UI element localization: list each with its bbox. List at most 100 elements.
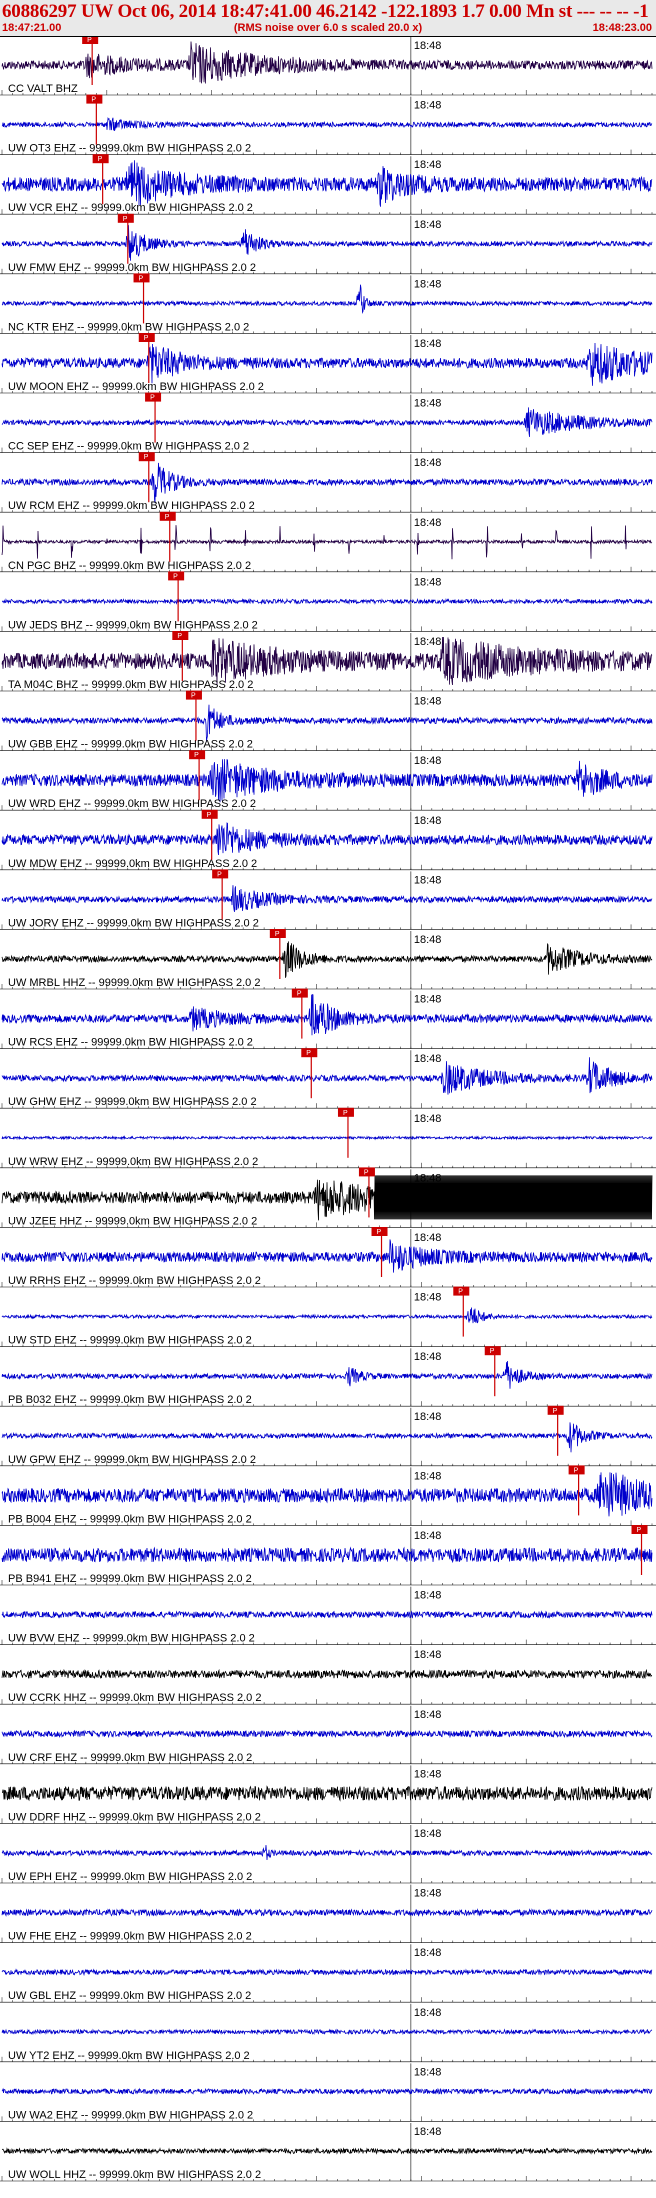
minute-mark-label: 18:48 bbox=[414, 1888, 442, 1900]
station-label: UW GBB EHZ -- 99999.0km BW HIGHPASS 2.0 … bbox=[8, 739, 253, 751]
pick-label: P bbox=[574, 1467, 579, 1474]
minute-mark-label: 18:48 bbox=[414, 398, 442, 410]
pick-label: P bbox=[490, 1348, 495, 1355]
waveform-trace bbox=[1, 994, 653, 1036]
pick-label: P bbox=[458, 1289, 463, 1296]
station-label: UW WRD EHZ -- 99999.0km BW HIGHPASS 2.0 … bbox=[8, 798, 256, 810]
station-label: UW BVW EHZ -- 99999.0km BW HIGHPASS 2.0 … bbox=[8, 1633, 255, 1645]
waveform-trace bbox=[1, 342, 653, 386]
minute-mark-label: 18:48 bbox=[414, 219, 442, 231]
station-label: UW OT3 EHZ -- 99999.0km BW HIGHPASS 2.0 … bbox=[8, 143, 251, 155]
waveform-trace bbox=[1, 1908, 653, 1917]
pick-label: P bbox=[123, 216, 128, 223]
minute-mark-label: 18:48 bbox=[414, 576, 442, 588]
station-label: PB B941 EHZ -- 99999.0km BW HIGHPASS 2.0… bbox=[8, 1573, 252, 1585]
minute-mark-label: 18:48 bbox=[414, 338, 442, 350]
waveform-trace bbox=[1, 1785, 653, 1802]
station-label: UW JORV EHZ -- 99999.0km BW HIGHPASS 2.0… bbox=[8, 917, 259, 929]
pick-label: P bbox=[87, 37, 92, 44]
station-label: UW FHE EHZ -- 99999.0km BW HIGHPASS 2.0 … bbox=[8, 1931, 252, 1943]
waveform-trace bbox=[1, 407, 653, 437]
station-label: UW GHW EHZ -- 99999.0km BW HIGHPASS 2.0 … bbox=[8, 1096, 257, 1108]
station-label: UW CRF EHZ -- 99999.0km BW HIGHPASS 2.0 … bbox=[8, 1752, 252, 1764]
station-label: UW WOLL HHZ -- 99999.0km BW HIGHPASS 2.0… bbox=[8, 2169, 261, 2181]
minute-mark-label: 18:48 bbox=[414, 1947, 442, 1959]
station-label: UW FMW EHZ -- 99999.0km BW HIGHPASS 2.0 … bbox=[8, 262, 256, 274]
station-label: CC VALT BHZ bbox=[8, 83, 78, 95]
minute-mark-label: 18:48 bbox=[414, 1649, 442, 1661]
minute-mark-label: 18:48 bbox=[414, 1232, 442, 1244]
waveform-trace bbox=[1, 284, 653, 314]
station-label: TA M04C BHZ -- 99999.0km BW HIGHPASS 2.0… bbox=[8, 679, 253, 691]
waveform-trace bbox=[1, 941, 653, 978]
minute-mark-label: 18:48 bbox=[414, 755, 442, 767]
waveform-trace bbox=[1, 597, 653, 605]
station-label: NC KTR EHZ -- 99999.0km BW HIGHPASS 2.0 … bbox=[8, 321, 249, 333]
minute-mark-label: 18:48 bbox=[414, 1530, 442, 1542]
event-title: 60886297 UW Oct 06, 2014 18:47:41.00 46.… bbox=[2, 1, 649, 22]
minute-mark-label: 18:48 bbox=[414, 457, 442, 469]
pick-label: P bbox=[144, 335, 149, 342]
minute-mark-label: 18:48 bbox=[414, 2126, 442, 2138]
waveform-trace bbox=[1, 1610, 653, 1619]
minute-mark-label: 18:48 bbox=[414, 1470, 442, 1482]
minute-mark-label: 18:48 bbox=[414, 636, 442, 648]
minute-mark-label: 18:48 bbox=[414, 278, 442, 290]
waveform-trace bbox=[1, 822, 653, 856]
waveform-trace bbox=[1, 1057, 653, 1095]
end-time: 18:48:23.00 bbox=[592, 22, 652, 34]
waveform-trace bbox=[1, 2028, 653, 2036]
pick-label: P bbox=[98, 156, 103, 163]
waveform-trace bbox=[1, 525, 653, 560]
minute-mark-label: 18:48 bbox=[414, 1292, 442, 1304]
pick-label: P bbox=[217, 871, 222, 878]
pick-label: P bbox=[194, 752, 199, 759]
minute-mark-label: 18:48 bbox=[414, 1351, 442, 1363]
waveform-trace bbox=[1, 2087, 653, 2096]
minute-mark-label: 18:48 bbox=[414, 815, 442, 827]
station-label: UW RCS EHZ -- 99999.0km BW HIGHPASS 2.0 … bbox=[8, 1037, 253, 1049]
waveform-trace bbox=[1, 704, 653, 742]
seismogram-plot: 18:48 CC VALT BHZ P 18:48 UW OT3 EHZ -- 9999… bbox=[0, 37, 656, 2182]
waveform-trace bbox=[1, 116, 653, 132]
minute-mark-label: 18:48 bbox=[414, 1411, 442, 1423]
station-label: UW MRBL HHZ -- 99999.0km BW HIGHPASS 2.0… bbox=[8, 977, 260, 989]
station-label: UW JZEE HHZ -- 99999.0km BW HIGHPASS 2.0… bbox=[8, 1215, 257, 1227]
minute-mark-label: 18:48 bbox=[414, 40, 442, 52]
pick-label: P bbox=[364, 1169, 369, 1176]
pick-label: P bbox=[275, 931, 280, 938]
pick-label: P bbox=[91, 97, 96, 104]
station-label: UW STD EHZ -- 99999.0km BW HIGHPASS 2.0 … bbox=[8, 1335, 252, 1347]
station-label: PB B032 EHZ -- 99999.0km BW HIGHPASS 2.0… bbox=[8, 1394, 252, 1406]
minute-mark-label: 18:48 bbox=[414, 1590, 442, 1602]
minute-mark-label: 18:48 bbox=[414, 2007, 442, 2019]
minute-mark-label: 18:48 bbox=[414, 2066, 442, 2078]
minute-mark-label: 18:48 bbox=[414, 1828, 442, 1840]
pick-label: P bbox=[139, 275, 144, 282]
pick-label: P bbox=[553, 1408, 558, 1415]
rms-note: (RMS noise over 6.0 s scaled 20.0 x) bbox=[233, 22, 423, 34]
station-label: UW GPW EHZ -- 99999.0km BW HIGHPASS 2.0 … bbox=[8, 1454, 256, 1466]
station-label: UW EPH EHZ -- 99999.0km BW HIGHPASS 2.0 … bbox=[8, 1871, 252, 1883]
station-label: UW WRW EHZ -- 99999.0km BW HIGHPASS 2.0 … bbox=[8, 1156, 258, 1168]
waveform-trace bbox=[1, 885, 653, 912]
waveform-trace bbox=[1, 1422, 653, 1453]
pick-label: P bbox=[144, 454, 149, 461]
waveform-trace bbox=[1, 1175, 653, 1221]
waveform-trace bbox=[1, 1135, 653, 1141]
station-label: UW GBL EHZ -- 99999.0km BW HIGHPASS 2.0 … bbox=[8, 1990, 251, 2002]
station-label: PB B004 EHZ -- 99999.0km BW HIGHPASS 2.0… bbox=[8, 1513, 252, 1525]
pick-label: P bbox=[150, 395, 155, 402]
pick-label: P bbox=[165, 514, 170, 521]
waveform-trace bbox=[1, 1307, 653, 1324]
pick-label: P bbox=[297, 991, 302, 998]
minute-mark-label: 18:48 bbox=[414, 100, 442, 112]
station-label: UW YT2 EHZ -- 99999.0km BW HIGHPASS 2.0 … bbox=[8, 2050, 250, 2062]
station-label: UW VCR EHZ -- 99999.0km BW HIGHPASS 2.0 … bbox=[8, 202, 253, 214]
pick-label: P bbox=[306, 1050, 311, 1057]
station-label: CN PGC BHZ -- 99999.0km BW HIGHPASS 2.0 … bbox=[8, 560, 251, 572]
minute-mark-label: 18:48 bbox=[414, 1709, 442, 1721]
waveform-trace bbox=[1, 1546, 653, 1564]
pick-label: P bbox=[191, 693, 196, 700]
waveform-trace bbox=[1, 1845, 653, 1861]
